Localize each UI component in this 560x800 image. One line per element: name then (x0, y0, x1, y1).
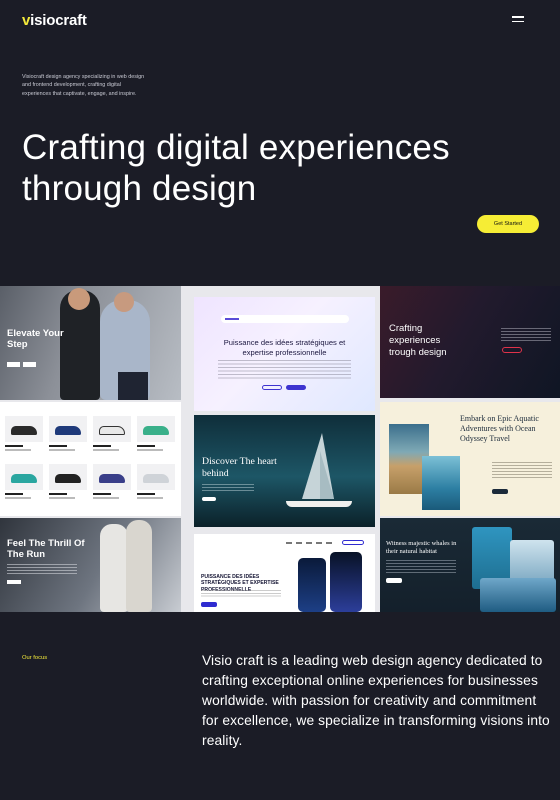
portfolio-tile-fitness[interactable]: Elevate Your Step (0, 286, 181, 400)
shoe-card (93, 464, 131, 508)
hamburger-icon[interactable] (512, 16, 524, 24)
shoe-card (93, 416, 131, 460)
tile-button (386, 578, 402, 583)
mock-navbar (221, 315, 349, 323)
shoe-card (5, 416, 43, 460)
shoe-card (137, 416, 175, 460)
tile-button (201, 602, 217, 607)
intro-text: Visiocraft design agency specializing in… (22, 74, 145, 97)
portfolio-tile-whales[interactable]: Witness majestic whales in their natural… (380, 518, 560, 612)
shoe-card (5, 464, 43, 508)
portfolio-tile-mobile[interactable]: PUISSANCE DES IDÉES STRATÉGIQUES ET EXPE… (194, 534, 375, 612)
hero-headline: Crafting digital experiences through des… (22, 128, 450, 208)
surf-photo (422, 456, 460, 510)
phone-mockup (298, 558, 326, 612)
portfolio-gallery: Elevate Your Step Feel The Thrill Of The… (0, 286, 560, 612)
portfolio-tile-agency[interactable]: Puissance des idées stratégiques et expe… (194, 297, 375, 411)
tile-button (7, 580, 21, 584)
portfolio-tile-sailing[interactable]: Discover The heart behind (194, 415, 375, 527)
tile-title: Elevate Your Step (7, 328, 64, 350)
portfolio-tile-shoes[interactable] (0, 402, 181, 516)
focus-label: Our focus (22, 655, 48, 661)
shoe-grid (5, 416, 175, 508)
tile-button (202, 497, 216, 501)
tile-button (492, 489, 508, 494)
get-started-button[interactable]: Get Started (477, 215, 539, 233)
shoe-card (137, 464, 175, 508)
site-header: visiocraft (0, 0, 560, 44)
tile-title: Witness majestic whales in their natural… (386, 540, 457, 555)
phone-mockup (330, 552, 362, 612)
shoe-card (49, 464, 87, 508)
portfolio-tile-run[interactable]: Feel The Thrill Of The Run (0, 518, 181, 612)
logo-text: isiocraft (30, 12, 87, 29)
tile-title: Discover The heart behind (202, 456, 277, 479)
tile-title: Embark on Epic Aquatic Adventures with O… (460, 414, 539, 443)
shoe-card (49, 416, 87, 460)
logo[interactable]: visiocraft (22, 12, 87, 29)
about-text: Visio craft is a leading web design agen… (202, 653, 550, 748)
portfolio-tile-dark[interactable]: Crafting experiences trough design (380, 286, 560, 398)
logo-mark: v (22, 12, 31, 29)
tile-title: Crafting experiences trough design (389, 323, 447, 358)
ocean-photo (480, 578, 556, 612)
tile-button (502, 347, 522, 353)
portfolio-tile-travel[interactable]: Embark on Epic Aquatic Adventures with O… (380, 402, 560, 516)
tile-title: Feel The Thrill Of The Run (7, 538, 85, 560)
tile-title: Puissance des idées stratégiques et expe… (223, 338, 346, 357)
